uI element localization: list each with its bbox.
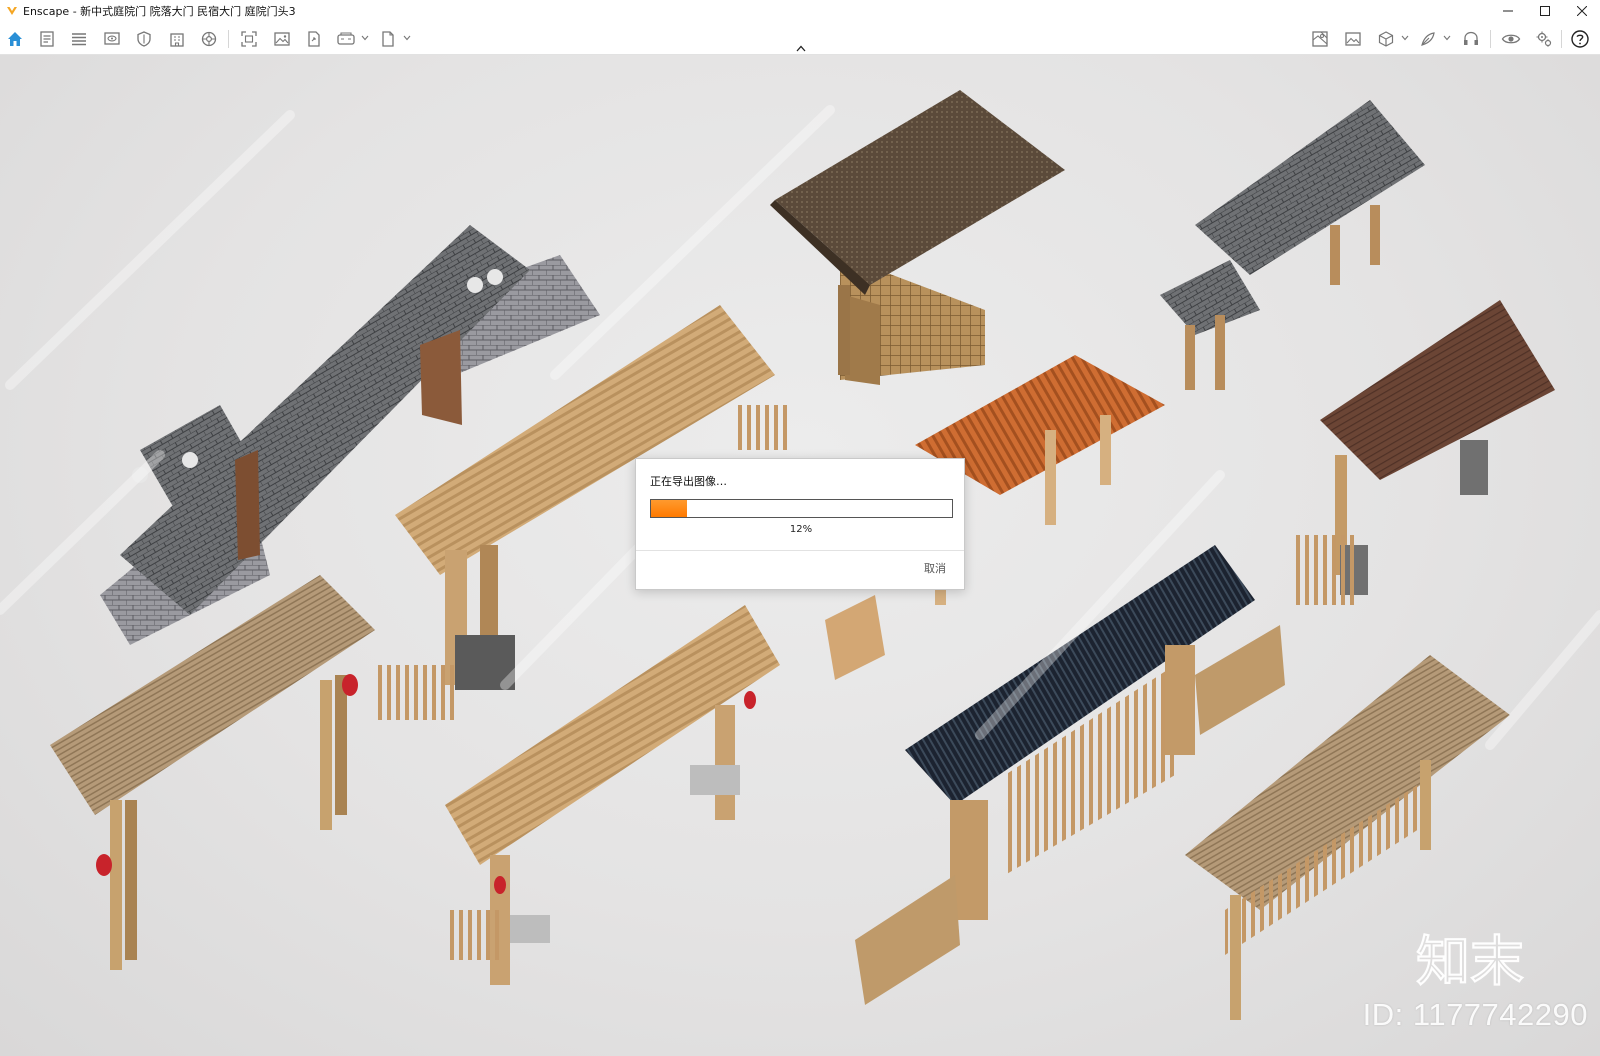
brown-roof-stone-pillar-gate-model — [1295, 300, 1555, 605]
list-icon[interactable] — [67, 27, 91, 51]
headset-icon[interactable] — [1459, 27, 1483, 51]
monitor-eye-icon[interactable] — [100, 27, 124, 51]
vr-icon[interactable] — [334, 27, 358, 51]
twin-roof-post-gate-model — [1160, 100, 1425, 390]
document-dropdown-chevron-icon[interactable] — [402, 31, 412, 45]
watermark-id: ID: 1177742290 — [1362, 997, 1588, 1032]
cube-dropdown-chevron-icon[interactable] — [1400, 31, 1410, 45]
progress-bar — [650, 499, 953, 518]
cube-icon[interactable] — [1374, 27, 1398, 51]
lattice-door-gate-model — [770, 90, 1065, 385]
collapse-toolbar-chevron-icon[interactable] — [793, 42, 809, 54]
toolbar-separator — [1561, 30, 1562, 48]
document-dropdown-icon[interactable] — [376, 27, 400, 51]
title-bar: Enscape - 新中式庭院门 院落大门 民宿大门 庭院门头3 — [0, 0, 1600, 22]
eye-icon[interactable] — [1499, 27, 1523, 51]
toolbar-separator — [228, 30, 229, 48]
gears-icon[interactable] — [1532, 27, 1556, 51]
cancel-button[interactable]: 取消 — [924, 560, 946, 576]
window-controls — [1489, 0, 1600, 22]
help-icon[interactable] — [1568, 27, 1592, 51]
maximize-button[interactable] — [1526, 0, 1563, 22]
gallery-icon[interactable] — [1341, 27, 1365, 51]
window-title: Enscape - 新中式庭院门 院落大门 民宿大门 庭院门头3 — [23, 5, 296, 18]
document-icon[interactable] — [35, 27, 59, 51]
file-export-icon[interactable] — [302, 27, 326, 51]
shield-icon[interactable] — [132, 27, 156, 51]
dialog-title: 正在导出图像… — [650, 475, 727, 488]
feather-icon[interactable] — [1416, 27, 1440, 51]
progress-bar-fill — [651, 500, 688, 517]
close-button[interactable] — [1563, 0, 1600, 22]
map-icon[interactable] — [1308, 27, 1332, 51]
progress-percent-label: 12% — [789, 524, 813, 535]
export-progress-dialog: 正在导出图像… 12% 取消 — [635, 458, 965, 590]
toolbar-separator — [1490, 30, 1491, 48]
image-icon[interactable] — [270, 27, 294, 51]
svg-text:知末: 知末 — [1416, 930, 1524, 992]
enscape-logo-icon — [5, 4, 19, 18]
settings-wheel-icon[interactable] — [197, 27, 221, 51]
minimize-button[interactable] — [1489, 0, 1526, 22]
building-icon[interactable] — [165, 27, 189, 51]
capture-icon[interactable] — [237, 27, 261, 51]
dialog-divider — [636, 550, 964, 551]
dark-tile-roof-gate-model — [855, 545, 1285, 1005]
thatched-bamboo-lantern-gate-model — [50, 575, 375, 970]
feather-dropdown-chevron-icon[interactable] — [1442, 31, 1452, 45]
watermark-logo: 知末 — [1405, 925, 1535, 995]
vr-dropdown-chevron-icon[interactable] — [360, 31, 370, 45]
home-icon[interactable] — [3, 27, 27, 51]
